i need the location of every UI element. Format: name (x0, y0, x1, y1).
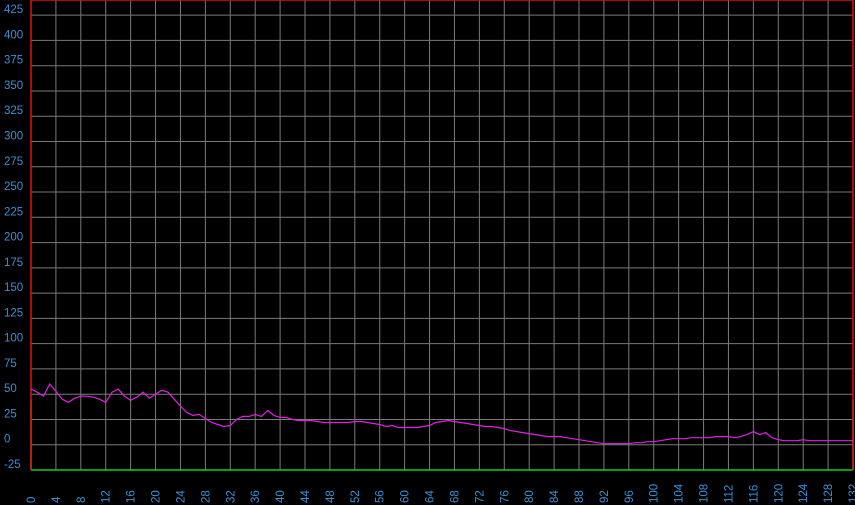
y-tick-label: 25 (4, 408, 17, 420)
x-tick-label: 24 (175, 490, 187, 503)
y-tick-label: 100 (4, 333, 23, 345)
x-tick-label: 12 (101, 490, 113, 503)
x-tick-label: 36 (250, 490, 262, 503)
y-tick-label: 375 (4, 55, 23, 67)
x-tick-label: 80 (524, 490, 536, 503)
x-tick-label: 8 (76, 497, 88, 503)
x-tick-label: 44 (300, 490, 312, 503)
x-tick-label: 56 (375, 490, 387, 503)
x-tick-label: 52 (350, 490, 362, 503)
x-tick-label: 88 (574, 490, 586, 503)
y-tick-label: 0 (4, 434, 10, 446)
y-tick-label: 50 (4, 383, 17, 395)
y-tick-label: 250 (4, 181, 23, 193)
x-tick-label: 16 (126, 490, 138, 503)
x-tick-label: 120 (773, 484, 785, 503)
y-tick-label: 125 (4, 307, 23, 319)
x-tick-label: 48 (325, 490, 337, 503)
y-tick-label: 275 (4, 156, 23, 168)
x-tick-label: 72 (474, 490, 486, 503)
x-tick-label: 104 (674, 483, 686, 503)
x-tick-label: 100 (649, 484, 661, 503)
plot-background (0, 0, 855, 505)
x-tick-label: 60 (400, 490, 412, 503)
x-tick-label: 4 (51, 496, 63, 503)
x-tick-label: 0 (26, 497, 38, 503)
line-chart: -250255075100125150175200225250275300325… (0, 0, 855, 505)
y-tick-label: 300 (4, 131, 23, 143)
x-tick-label: 128 (823, 484, 835, 503)
x-tick-label: 32 (225, 490, 237, 503)
x-tick-label: 40 (275, 490, 287, 503)
y-tick-label: 350 (4, 80, 23, 92)
x-tick-label: 124 (798, 483, 810, 503)
x-tick-label: 112 (723, 485, 735, 503)
x-tick-label: 64 (425, 490, 437, 503)
y-tick-label: 200 (4, 232, 23, 244)
x-tick-label: 28 (200, 490, 212, 503)
y-tick-label: 175 (4, 257, 23, 269)
y-tick-label: -25 (4, 459, 21, 471)
x-tick-label: 108 (699, 484, 711, 503)
x-tick-label: 92 (599, 490, 611, 503)
y-tick-label: 75 (4, 358, 17, 370)
y-tick-label: 150 (4, 282, 23, 294)
x-tick-label: 84 (549, 490, 561, 503)
y-tick-label: 325 (4, 105, 23, 117)
x-tick-label: 132 (848, 484, 855, 503)
x-tick-label: 68 (449, 490, 461, 503)
x-tick-label: 76 (499, 490, 511, 503)
x-tick-label: 116 (748, 485, 760, 503)
y-tick-label: 225 (4, 206, 23, 218)
y-tick-label: 425 (4, 4, 23, 16)
y-tick-label: 400 (4, 29, 23, 41)
x-tick-label: 20 (151, 490, 163, 503)
x-tick-label: 96 (624, 490, 636, 503)
